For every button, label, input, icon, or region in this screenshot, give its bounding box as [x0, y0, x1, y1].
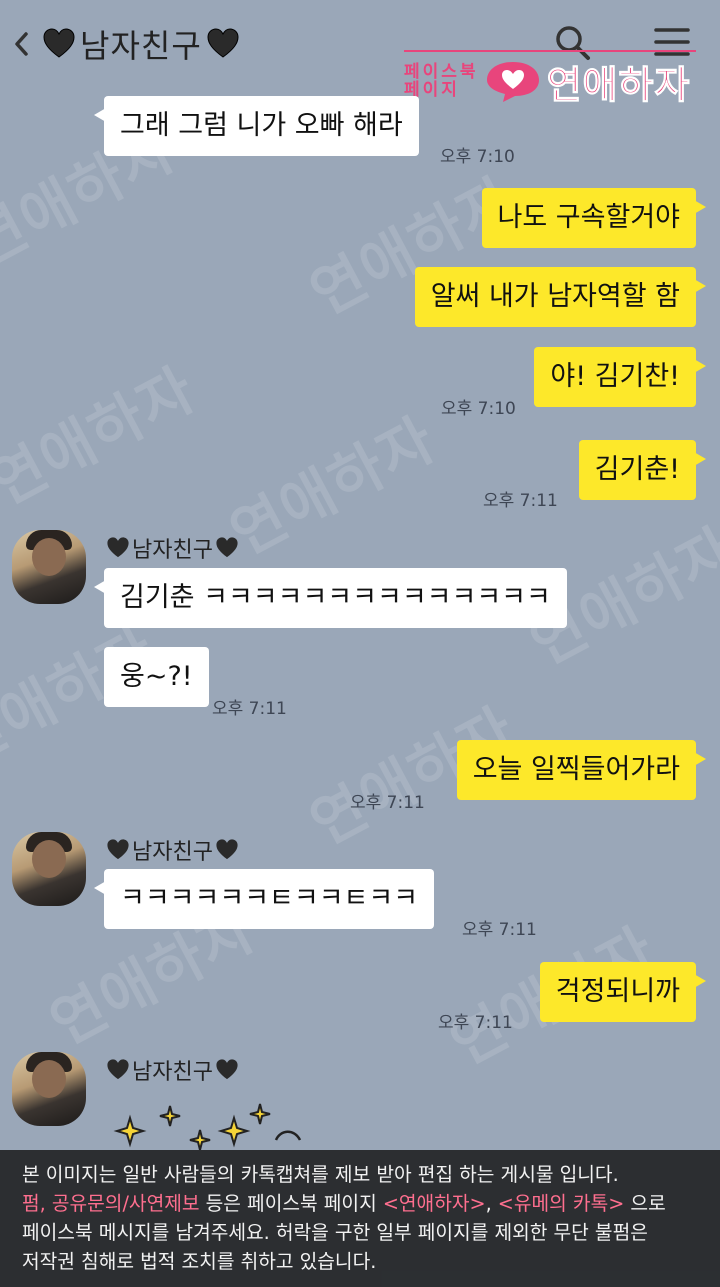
- sender-name-text: 남자친구: [132, 538, 213, 563]
- notice-text: 등은 페이스북 페이지: [199, 1192, 383, 1215]
- brand-small-text: 페이스북 페이지: [404, 63, 479, 99]
- black-heart-icon: [216, 1059, 238, 1080]
- brand-name: 연애하자: [546, 62, 691, 107]
- message-bubble-outgoing[interactable]: 오늘 일찍들어가라: [456, 740, 707, 800]
- message-bubble-incoming[interactable]: 그래 그럼 니가 오빠 해라: [94, 96, 419, 156]
- brand-logo: 페이스북 페이지 연애하자: [404, 50, 696, 112]
- message-bubble-outgoing[interactable]: 알써 내가 남자역할 함: [414, 267, 707, 327]
- notice-page-link[interactable]: <유메의 카톡>: [498, 1192, 625, 1215]
- message-bubble-outgoing[interactable]: 나도 구속할거야: [481, 188, 707, 248]
- black-heart-icon: [216, 839, 238, 860]
- black-heart-icon: [43, 28, 75, 58]
- sparkle-emoticon[interactable]: [108, 1100, 308, 1150]
- copyright-notice: 본 이미지는 일반 사람들의 카톡캡쳐를 제보 받아 편집 하는 게시물 입니다…: [0, 1150, 720, 1287]
- message-time: 오후 7:10: [441, 399, 516, 419]
- sender-name-text: 남자친구: [132, 840, 213, 865]
- bg-watermark: 연애하자: [219, 404, 447, 569]
- message-time: 오후 7:10: [440, 147, 515, 167]
- black-heart-icon: [107, 537, 129, 558]
- notice-text: ,: [485, 1192, 498, 1215]
- message-bubble-outgoing[interactable]: 걱정되니까: [539, 962, 707, 1022]
- back-icon[interactable]: [10, 26, 32, 62]
- message-time: 오후 7:11: [212, 699, 287, 719]
- message-bubble-incoming[interactable]: ㅋㅋㅋㅋㅋㅋㅌㅋㅋㅌㅋㅋ: [93, 869, 435, 929]
- black-heart-icon: [107, 839, 129, 860]
- sender-name: 남자친구: [106, 834, 239, 866]
- black-heart-icon: [107, 1059, 129, 1080]
- sender-name: 남자친구: [106, 532, 239, 564]
- chat-title[interactable]: 남자친구: [42, 24, 240, 65]
- avatar[interactable]: [12, 530, 86, 604]
- notice-page-link[interactable]: <연애하자>: [383, 1192, 486, 1215]
- notice-highlight: 펌, 공유문의/사연제보: [22, 1192, 200, 1215]
- message-time: 오후 7:11: [462, 920, 537, 940]
- message-time: 오후 7:11: [438, 1013, 513, 1033]
- notice-line: 페이스북 메시지를 남겨주세요. 허락을 구한 일부 페이지를 제외한 무단 불…: [22, 1221, 648, 1244]
- black-heart-icon: [207, 28, 239, 58]
- message-time: 오후 7:11: [483, 491, 558, 511]
- notice-line: 본 이미지는 일반 사람들의 카톡캡쳐를 제보 받아 편집 하는 게시물 입니다…: [22, 1163, 619, 1186]
- bg-watermark: 연애하자: [0, 354, 207, 519]
- notice-text: 으로: [624, 1192, 666, 1215]
- chat-title-text: 남자친구: [80, 27, 202, 65]
- avatar[interactable]: [12, 832, 86, 906]
- message-bubble-outgoing[interactable]: 야! 김기찬!: [534, 347, 706, 407]
- message-bubble-incoming[interactable]: 김기춘 ㅋㅋㅋㅋㅋㅋㅋㅋㅋㅋㅋㅋㅋㅋ: [94, 568, 567, 628]
- brand-small-line1: 페이스북: [404, 62, 479, 82]
- sender-name: 남자친구: [106, 1054, 239, 1086]
- black-heart-icon: [216, 537, 238, 558]
- message-bubble-incoming[interactable]: 웅~?!: [104, 647, 209, 707]
- message-time: 오후 7:11: [350, 793, 425, 813]
- message-bubble-outgoing[interactable]: 김기춘!: [578, 440, 707, 500]
- sender-name-text: 남자친구: [132, 1060, 213, 1085]
- notice-line: 펌, 공유문의/사연제보 등은 페이스북 페이지 <연애하자>, <유메의 카톡…: [22, 1189, 702, 1218]
- notice-line: 저작권 침해로 법적 조치를 취하고 있습니다.: [22, 1250, 377, 1273]
- avatar[interactable]: [12, 1052, 86, 1126]
- speech-heart-icon: [486, 62, 539, 102]
